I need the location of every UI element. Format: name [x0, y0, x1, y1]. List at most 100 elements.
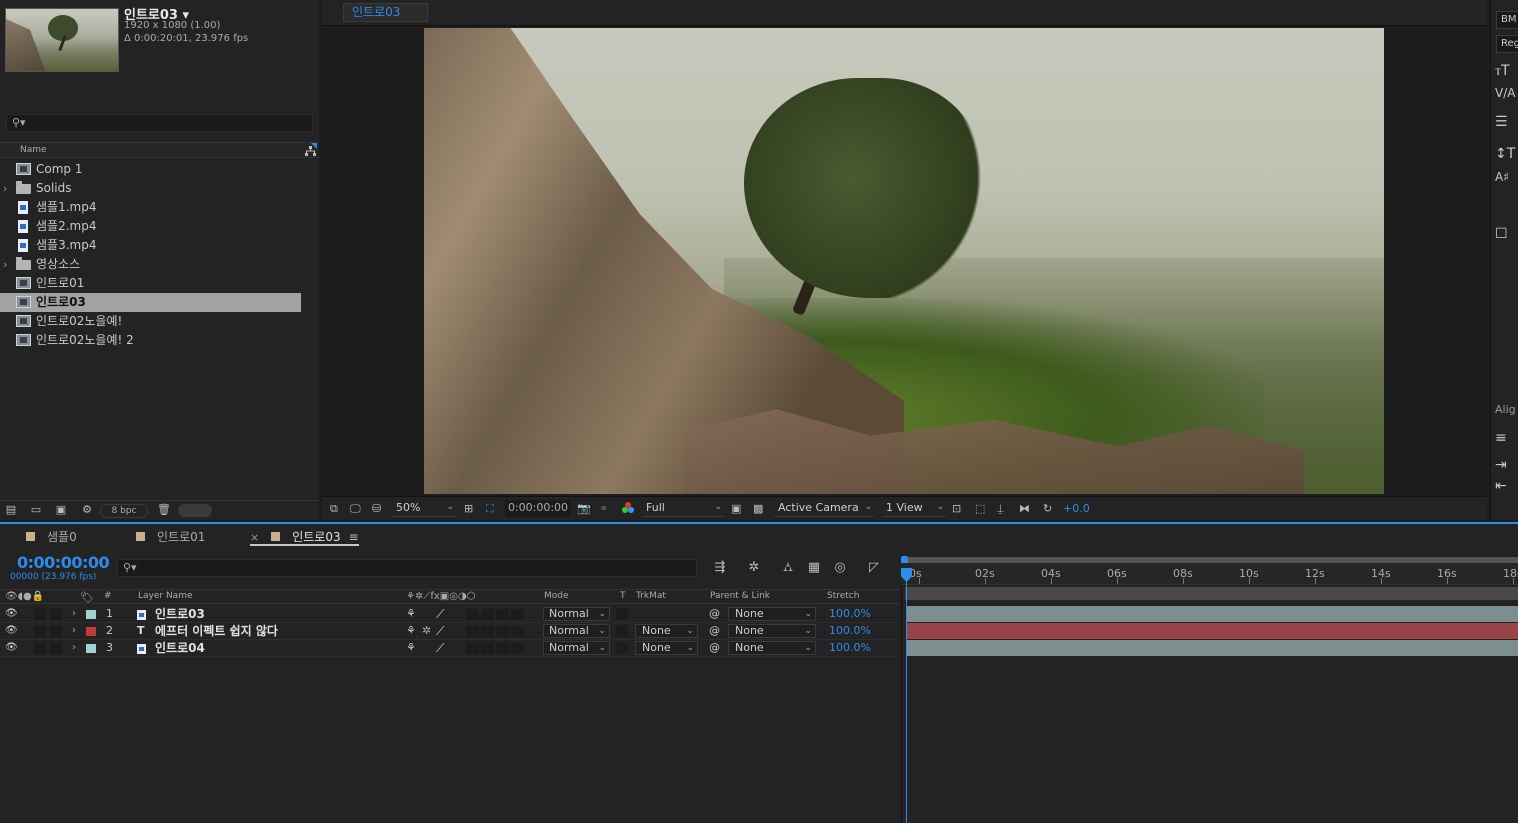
shy-layers-icon[interactable]: ⛼: [779, 560, 797, 576]
always-preview-icon[interactable]: ⧉: [330, 501, 338, 516]
solo-toggle[interactable]: [34, 626, 46, 637]
close-icon[interactable]: ×: [250, 531, 259, 544]
preserve-transparency-checkbox[interactable]: [616, 608, 628, 620]
layer-label-color[interactable]: [86, 627, 96, 636]
project-item-file[interactable]: 샘플1.mp4: [0, 198, 301, 217]
stretch-value[interactable]: 100.0%: [829, 623, 871, 639]
time-ruler[interactable]: 0s02s04s06s08s10s12s14s16s18s: [901, 563, 1518, 585]
frame-blend-switch[interactable]: [481, 609, 494, 620]
project-item-comp[interactable]: Comp 1: [0, 160, 301, 179]
quality-switch-icon[interactable]: ⟋: [436, 640, 444, 656]
draft-3d-icon[interactable]: ✲: [745, 560, 763, 576]
snapshot-camera-icon[interactable]: 📷: [577, 501, 591, 516]
solo-toggle[interactable]: [34, 643, 46, 654]
expand-chevron-icon[interactable]: ›: [3, 255, 7, 274]
project-settings-icon[interactable]: ⚙: [80, 504, 94, 516]
name-column-header[interactable]: Name: [20, 145, 47, 155]
project-item-comp[interactable]: 인트로02노을예!: [0, 312, 301, 331]
layer-row[interactable]: 👁 › 3 인트로04 ⚘ ⟋ Normal ⌄ None ⌄ @ None ⌄ 10…: [0, 640, 900, 657]
preserve-transparency-checkbox[interactable]: [616, 642, 628, 654]
timeline-icon[interactable]: ⍊: [997, 501, 1004, 516]
fit-frame-icon[interactable]: ⊞: [464, 501, 473, 516]
project-item-file[interactable]: 샘플2.mp4: [0, 217, 301, 236]
blend-mode-field[interactable]: BM: [1496, 11, 1518, 29]
project-item-comp[interactable]: 인트로01: [0, 274, 301, 293]
blend-mode-select[interactable]: Normal ⌄: [543, 624, 610, 638]
adjustment-switch[interactable]: [511, 626, 524, 637]
visibility-eye-icon[interactable]: 👁: [5, 623, 18, 639]
shy-switch-icon[interactable]: ⚘: [406, 623, 416, 639]
project-item-comp[interactable]: 인트로02노을예! 2: [0, 331, 301, 350]
exposure-value[interactable]: +0.0: [1063, 501, 1090, 516]
flowchart-icon[interactable]: [305, 146, 316, 157]
mask-view-icon[interactable]: ⛁: [372, 501, 381, 516]
motion-blur-switch[interactable]: [496, 609, 509, 620]
transparency-grid-icon[interactable]: ▩: [753, 501, 763, 516]
lock-toggle[interactable]: [50, 643, 62, 654]
reset-exposure-icon[interactable]: ↻: [1043, 501, 1052, 516]
blend-mode-select[interactable]: Normal ⌄: [543, 641, 610, 655]
lock-toggle[interactable]: [50, 609, 62, 620]
layer-label-color[interactable]: [86, 610, 96, 619]
shy-switch-icon[interactable]: ⚘: [406, 606, 416, 622]
expand-layer-chevron-icon[interactable]: ›: [72, 606, 76, 622]
new-folder-icon[interactable]: ▭: [29, 504, 43, 516]
view-layout-select[interactable]: 1 View ⌄: [882, 500, 946, 517]
adjustment-switch[interactable]: [511, 609, 524, 620]
stretch-value[interactable]: 100.0%: [829, 606, 871, 622]
quality-switch-icon[interactable]: ⟋: [436, 606, 444, 622]
panel-menu-icon[interactable]: ≡: [349, 530, 359, 544]
tab-sample0[interactable]: 샘플0: [26, 528, 77, 546]
solo-toggle[interactable]: [34, 609, 46, 620]
project-item-folder[interactable]: › Solids: [0, 179, 301, 198]
expand-chevron-icon[interactable]: ›: [3, 179, 7, 198]
checkbox-icon[interactable]: ☐: [1495, 226, 1515, 242]
project-item-comp-selected[interactable]: 인트로03: [0, 293, 301, 312]
layer-row[interactable]: 👁 › 2 T 에프터 이펙트 쉽지 않다 ⚘ ✲ ⟋ Normal ⌄ None…: [0, 623, 900, 640]
indent-left-icon[interactable]: ⇥: [1495, 457, 1515, 473]
resolution-select[interactable]: Full ⌄: [642, 500, 724, 517]
parent-select[interactable]: None ⌄: [728, 641, 816, 655]
parent-select[interactable]: None ⌄: [728, 607, 816, 621]
lock-toggle[interactable]: [50, 626, 62, 637]
frame-blend-switch[interactable]: [481, 643, 494, 654]
motion-blur-icon[interactable]: ◎: [831, 560, 849, 576]
trkmat-select[interactable]: None ⌄: [635, 624, 698, 638]
pick-whip-icon[interactable]: @: [709, 623, 720, 639]
blend-mode-select[interactable]: Normal ⌄: [543, 607, 610, 621]
layer-duration-bar[interactable]: [906, 640, 1518, 656]
region-of-interest-icon[interactable]: ⛶: [486, 501, 494, 516]
camera-view-select[interactable]: Active Camera ⌄: [774, 500, 874, 517]
layer-name[interactable]: 인트로04: [155, 640, 205, 656]
display-icon[interactable]: 🖵: [350, 501, 361, 516]
indent-first-line-icon[interactable]: ⇤: [1495, 478, 1515, 494]
frame-blend-switch[interactable]: [481, 626, 494, 637]
flowchart-icon[interactable]: ⧓: [1019, 501, 1030, 516]
thumbnail-size-slider[interactable]: [178, 504, 212, 517]
fast-previews-icon[interactable]: ▣: [731, 501, 741, 516]
project-item-file[interactable]: 샘플3.mp4: [0, 236, 301, 255]
effects-switch[interactable]: [466, 643, 479, 654]
layer-duration-bar[interactable]: [906, 623, 1518, 639]
quality-switch-icon[interactable]: ⟋: [436, 623, 444, 639]
tab-intro01[interactable]: 인트로01: [136, 528, 205, 546]
layer-label-color[interactable]: [86, 644, 96, 653]
trkmat-select[interactable]: None ⌄: [635, 641, 698, 655]
layer-name-header[interactable]: Layer Name: [138, 591, 193, 601]
project-search-input[interactable]: ⚲▾: [6, 114, 313, 132]
interpret-footage-icon[interactable]: ▤: [4, 504, 18, 516]
viewer-timecode[interactable]: 0:00:00:00: [505, 500, 571, 517]
align-left-icon[interactable]: ≡: [1495, 430, 1515, 446]
timeline-search-input[interactable]: ⚲▾: [117, 559, 697, 577]
tab-intro03[interactable]: × 인트로03 ≡: [250, 528, 359, 546]
motion-blur-switch[interactable]: [496, 643, 509, 654]
collapse-switch-icon[interactable]: ✲: [422, 623, 431, 639]
render-3d-icon[interactable]: ⬚: [975, 501, 985, 516]
expand-layer-chevron-icon[interactable]: ›: [72, 640, 76, 656]
layer-row[interactable]: 👁 › 1 인트로03 ⚘ ⟋ Normal ⌄ @ None ⌄ 100.0%: [0, 606, 900, 623]
graph-editor-icon[interactable]: ◸: [865, 560, 883, 576]
trash-icon[interactable]: 🗑: [157, 504, 171, 516]
motion-blur-switch[interactable]: [496, 626, 509, 637]
visibility-eye-icon[interactable]: 👁: [5, 606, 18, 622]
layer-name[interactable]: 에프터 이펙트 쉽지 않다: [155, 623, 278, 639]
